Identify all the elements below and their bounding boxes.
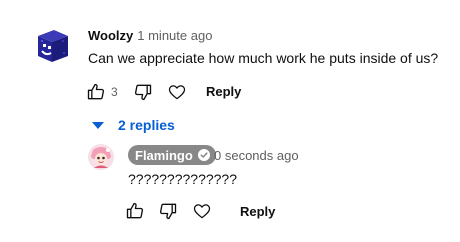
reply-heart-button[interactable]: [192, 201, 212, 221]
thumbs-down-icon: [159, 203, 177, 220]
caret-down-icon: [92, 121, 104, 129]
comment-text: Can we appreciate how much work he puts …: [88, 50, 439, 66]
thumbs-up-icon: [87, 83, 105, 100]
reply-like-button[interactable]: [125, 201, 145, 221]
thumbs-down-icon: [134, 84, 152, 101]
reply-text: ??????????????: [128, 171, 238, 187]
heart-button[interactable]: [167, 82, 187, 102]
blue-cube-avatar-icon: [38, 30, 68, 62]
like-count: 3: [111, 85, 118, 99]
flamingo-avatar-icon: [88, 144, 114, 170]
reply-author-avatar[interactable]: [88, 144, 114, 170]
replies-toggle[interactable]: 2 replies: [92, 117, 175, 133]
reply-dislike-button[interactable]: [158, 201, 178, 221]
replies-count-label: 2 replies: [118, 117, 175, 133]
reply-reply-button[interactable]: Reply: [240, 204, 275, 219]
reply-author-badge[interactable]: Flamingo: [128, 145, 216, 165]
dislike-button[interactable]: [133, 82, 153, 102]
like-button[interactable]: [86, 82, 106, 102]
heart-icon: [193, 204, 211, 219]
commenter-avatar[interactable]: [32, 26, 72, 66]
reply-button[interactable]: Reply: [206, 84, 241, 99]
verified-check-icon: [197, 149, 210, 161]
reply-author: Flamingo: [135, 147, 193, 163]
comment-timestamp[interactable]: 1 minute ago: [137, 28, 212, 43]
thumbs-up-icon: [126, 202, 144, 219]
reply-timestamp[interactable]: 0 seconds ago: [214, 148, 299, 163]
comment-author-line: Woolzy 1 minute ago: [88, 28, 212, 43]
comment-author[interactable]: Woolzy: [88, 28, 133, 43]
heart-icon: [168, 85, 186, 100]
